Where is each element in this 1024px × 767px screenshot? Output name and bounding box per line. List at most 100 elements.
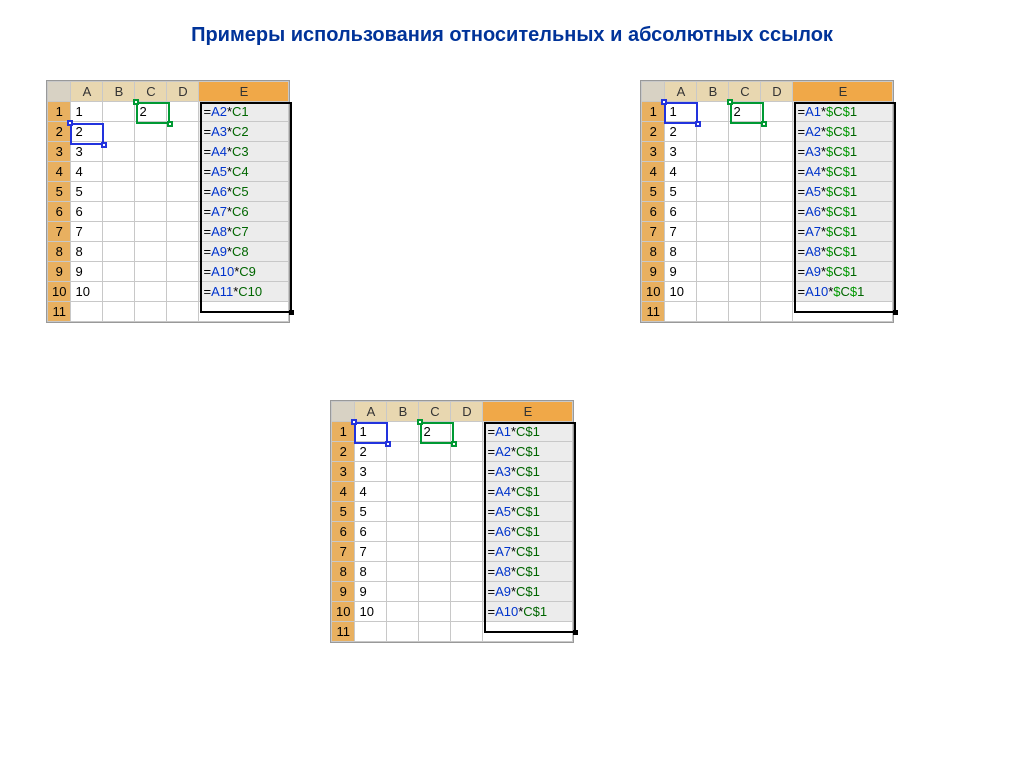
cell-c[interactable] (135, 262, 167, 282)
cell-c[interactable] (419, 542, 451, 562)
row-header[interactable]: 7 (642, 222, 665, 242)
cell-formula[interactable]: =A10*C9 (199, 262, 289, 282)
cell-c[interactable] (729, 122, 761, 142)
row-header[interactable]: 6 (642, 202, 665, 222)
row-header[interactable]: 9 (642, 262, 665, 282)
cell-a[interactable]: 5 (71, 182, 103, 202)
cell-b[interactable] (103, 102, 135, 122)
cell-a[interactable]: 8 (355, 562, 387, 582)
col-header-b[interactable]: B (103, 82, 135, 102)
cell-b[interactable] (103, 162, 135, 182)
cell-d[interactable] (761, 282, 793, 302)
cell-formula[interactable]: =A10*$C$1 (793, 282, 893, 302)
cell-formula[interactable]: =A1*$C$1 (793, 102, 893, 122)
col-header-c[interactable]: C (729, 82, 761, 102)
cell-a[interactable]: 7 (71, 222, 103, 242)
cell-b[interactable] (103, 122, 135, 142)
cell-formula[interactable]: =A5*C$1 (483, 502, 573, 522)
cell-a[interactable]: 2 (355, 442, 387, 462)
cell-a[interactable]: 4 (665, 162, 697, 182)
cell-formula[interactable]: =A9*C8 (199, 242, 289, 262)
cell-d[interactable] (761, 242, 793, 262)
cell-formula[interactable]: =A2*C$1 (483, 442, 573, 462)
cell-a[interactable]: 8 (665, 242, 697, 262)
cell-b[interactable] (387, 422, 419, 442)
row-header[interactable]: 11 (332, 622, 355, 642)
cell-a[interactable]: 6 (71, 202, 103, 222)
cell-d[interactable] (451, 602, 483, 622)
cell-c[interactable] (729, 182, 761, 202)
cell-c[interactable] (729, 142, 761, 162)
cell-d[interactable] (451, 462, 483, 482)
cell-d[interactable] (167, 162, 199, 182)
col-header-c[interactable]: C (135, 82, 167, 102)
cell-a[interactable]: 7 (355, 542, 387, 562)
row-header[interactable]: 7 (48, 222, 71, 242)
cell-c[interactable] (419, 482, 451, 502)
cell-a[interactable]: 4 (355, 482, 387, 502)
cell-formula[interactable]: =A4*C3 (199, 142, 289, 162)
cell-d[interactable] (451, 422, 483, 442)
cell-b[interactable] (387, 542, 419, 562)
cell-b[interactable] (387, 482, 419, 502)
cell-a[interactable]: 4 (71, 162, 103, 182)
col-header-c[interactable]: C (419, 402, 451, 422)
cell-d[interactable] (451, 562, 483, 582)
row-header[interactable]: 1 (48, 102, 71, 122)
row-header[interactable]: 2 (642, 122, 665, 142)
cell-c[interactable]: 2 (729, 102, 761, 122)
row-header[interactable]: 10 (48, 282, 71, 302)
cell-c[interactable] (419, 522, 451, 542)
cell-b[interactable] (103, 202, 135, 222)
cell-a[interactable]: 10 (355, 602, 387, 622)
cell-b[interactable] (697, 182, 729, 202)
cell-c[interactable] (419, 442, 451, 462)
cell-b[interactable] (697, 242, 729, 262)
cell-formula[interactable]: =A3*C2 (199, 122, 289, 142)
cell-a[interactable]: 7 (665, 222, 697, 242)
cell-formula[interactable]: =A7*$C$1 (793, 222, 893, 242)
col-header-b[interactable]: B (387, 402, 419, 422)
cell-b[interactable] (697, 142, 729, 162)
row-header[interactable]: 5 (642, 182, 665, 202)
cell-d[interactable] (167, 282, 199, 302)
cell-formula[interactable]: =A6*C$1 (483, 522, 573, 542)
row-header[interactable]: 3 (48, 142, 71, 162)
cell-formula[interactable]: =A3*C$1 (483, 462, 573, 482)
cell-a[interactable]: 6 (355, 522, 387, 542)
cell-a[interactable]: 3 (71, 142, 103, 162)
col-header-a[interactable]: A (665, 82, 697, 102)
row-header[interactable]: 8 (48, 242, 71, 262)
cell-formula[interactable]: =A7*C$1 (483, 542, 573, 562)
row-header[interactable]: 3 (642, 142, 665, 162)
cell-d[interactable] (451, 522, 483, 542)
cell-b[interactable] (697, 262, 729, 282)
cell-d[interactable] (761, 102, 793, 122)
cell-formula[interactable]: =A5*C4 (199, 162, 289, 182)
cell-b[interactable] (103, 222, 135, 242)
cell-b[interactable] (387, 582, 419, 602)
cell-formula[interactable]: =A1*C$1 (483, 422, 573, 442)
cell-b[interactable] (697, 202, 729, 222)
cell-c[interactable] (135, 202, 167, 222)
cell-d[interactable] (451, 582, 483, 602)
cell-b[interactable] (697, 282, 729, 302)
row-header[interactable]: 5 (48, 182, 71, 202)
cell-c[interactable] (135, 182, 167, 202)
cell-a[interactable]: 9 (665, 262, 697, 282)
cell-d[interactable] (761, 162, 793, 182)
cell-d[interactable] (167, 202, 199, 222)
row-header[interactable]: 9 (332, 582, 355, 602)
cell-b[interactable] (387, 442, 419, 462)
cell-b[interactable] (387, 502, 419, 522)
cell-b[interactable] (697, 122, 729, 142)
cell-d[interactable] (761, 142, 793, 162)
cell-b[interactable] (387, 462, 419, 482)
cell-formula[interactable]: =A5*$C$1 (793, 182, 893, 202)
cell-formula[interactable]: =A9*C$1 (483, 582, 573, 602)
cell-a[interactable]: 1 (665, 102, 697, 122)
cell-formula[interactable]: =A11*C10 (199, 282, 289, 302)
cell-b[interactable] (697, 222, 729, 242)
cell-d[interactable] (761, 222, 793, 242)
cell-b[interactable] (103, 242, 135, 262)
